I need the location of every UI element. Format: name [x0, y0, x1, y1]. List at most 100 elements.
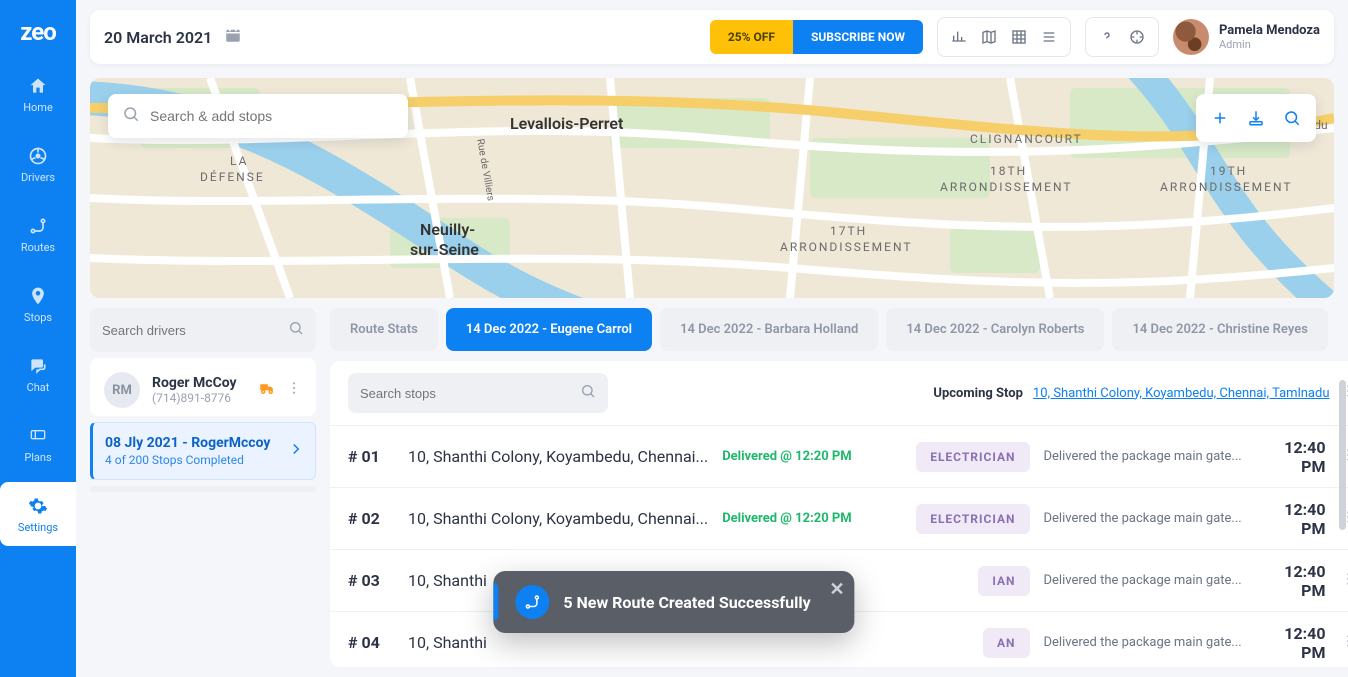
- sidebar-item-drivers[interactable]: Drivers: [0, 132, 76, 196]
- stop-time: 12:40 PM: [1258, 624, 1326, 662]
- route-tabs: Route Stats 14 Dec 2022 - Eugene Carrol …: [330, 308, 1348, 361]
- more-icon[interactable]: [286, 380, 302, 400]
- sidebar-item-label: Chat: [27, 381, 50, 394]
- driver-card[interactable]: RM Roger McCoy (714)891-8776: [90, 358, 316, 416]
- driver-phone: (714)891-8776: [152, 391, 237, 405]
- stop-id: # 02: [348, 509, 394, 528]
- search-icon: [122, 105, 140, 127]
- driver-search[interactable]: [90, 308, 316, 352]
- stop-tag: AN: [983, 628, 1030, 658]
- stop-status: Delivered @ 12:20 PM: [722, 511, 892, 526]
- stop-time: 12:40 PM: [1258, 438, 1326, 476]
- sidebar-item-routes[interactable]: Routes: [0, 202, 76, 266]
- driver-column: RM Roger McCoy (714)891-8776 08 Jly 2021…: [90, 308, 316, 667]
- tab-route-christine[interactable]: 14 Dec 2022 - Christine Reyes: [1112, 308, 1327, 351]
- subscribe-button[interactable]: SUBSCRIBE NOW: [793, 20, 923, 54]
- sidebar: zeo Home Drivers Routes Stops Chat Pl: [0, 0, 76, 677]
- search-icon: [288, 320, 304, 340]
- stop-tag: IAN: [978, 566, 1029, 596]
- stop-id: # 01: [348, 447, 394, 466]
- chart-icon[interactable]: [944, 22, 974, 52]
- sidebar-item-label: Home: [23, 101, 53, 114]
- stop-time: 12:40 PM: [1258, 500, 1326, 538]
- stop-search[interactable]: [348, 373, 608, 413]
- sidebar-item-label: Drivers: [21, 171, 55, 184]
- help-tools: [1085, 17, 1159, 57]
- stop-id: # 03: [348, 571, 394, 590]
- route-title: 08 Jly 2021 - RogerMccoy: [105, 435, 303, 451]
- map-search-button[interactable]: [1274, 100, 1310, 136]
- ticket-icon: [27, 425, 49, 447]
- import-button[interactable]: [1238, 100, 1274, 136]
- stop-address: 10, Shanthi: [408, 633, 775, 652]
- user-role: Admin: [1219, 38, 1320, 51]
- stop-note: Delivered the package main gate...: [1044, 635, 1244, 650]
- stop-time: 12:40 PM: [1258, 562, 1326, 600]
- more-icon[interactable]: [1340, 571, 1348, 591]
- stop-row[interactable]: # 01 10, Shanthi Colony, Koyambedu, Chen…: [330, 425, 1348, 487]
- add-stop-button[interactable]: [1202, 100, 1238, 136]
- stop-status: Delivered @ 12:20 PM: [722, 449, 892, 464]
- stop-row[interactable]: # 02 10, Shanthi Colony, Koyambedu, Chen…: [330, 487, 1348, 549]
- tab-route-barbara[interactable]: 14 Dec 2022 - Barbara Holland: [660, 308, 878, 351]
- sidebar-item-home[interactable]: Home: [0, 62, 76, 126]
- stop-note: Delivered the package main gate...: [1044, 449, 1244, 464]
- stop-address: 10, Shanthi Colony, Koyambedu, Chennai..…: [408, 509, 708, 528]
- user-name: Pamela Mendoza: [1219, 23, 1320, 38]
- map-search-input[interactable]: [150, 108, 394, 124]
- pin-icon: [27, 285, 49, 307]
- stop-search-input[interactable]: [360, 386, 570, 401]
- chevron-right-icon: [287, 440, 305, 462]
- driver-route-card[interactable]: 08 Jly 2021 - RogerMccoy 4 of 200 Stops …: [90, 422, 316, 480]
- avatar-icon: [1173, 19, 1209, 55]
- close-icon[interactable]: ✕: [830, 579, 845, 600]
- route-icon: [27, 215, 49, 237]
- stop-note: Delivered the package main gate...: [1044, 511, 1244, 526]
- map-icon[interactable]: [974, 22, 1004, 52]
- sidebar-item-label: Settings: [18, 521, 58, 534]
- tab-route-stats[interactable]: Route Stats: [330, 308, 438, 351]
- stop-tag: ELECTRICIAN: [916, 442, 1029, 472]
- driver-initials: RM: [104, 372, 140, 408]
- logo-text: zeo: [20, 18, 56, 46]
- map[interactable]: Levallois-Perret LA DÉFENSE Neuilly- sur…: [90, 78, 1334, 298]
- stop-id: # 04: [348, 633, 394, 652]
- logo: zeo: [0, 8, 76, 56]
- steering-icon: [27, 145, 49, 167]
- map-actions: [1196, 94, 1316, 142]
- grid-icon[interactable]: [1004, 22, 1034, 52]
- sidebar-item-stops[interactable]: Stops: [0, 272, 76, 336]
- search-icon: [580, 383, 596, 403]
- chat-icon: [27, 355, 49, 377]
- scrollbar[interactable]: [1339, 380, 1346, 530]
- route-icon: [515, 585, 549, 619]
- home-icon: [27, 75, 49, 97]
- list-icon[interactable]: [1034, 22, 1064, 52]
- map-search[interactable]: [108, 94, 408, 138]
- driver-search-input[interactable]: [102, 323, 278, 338]
- sidebar-item-settings[interactable]: Settings: [0, 482, 76, 546]
- divider: [90, 486, 316, 492]
- upcoming-link[interactable]: 10, Shanthi Colony, Koyambedu, Chennai, …: [1033, 386, 1330, 401]
- truck-icon: [258, 379, 276, 401]
- gear-icon: [27, 495, 49, 517]
- view-tools: [937, 17, 1071, 57]
- toast-message: 5 New Route Created Successfully: [563, 593, 810, 612]
- date-picker[interactable]: 20 March 2021: [104, 26, 242, 48]
- user-menu[interactable]: Pamela Mendoza Admin: [1173, 19, 1320, 55]
- tab-route-eugene[interactable]: 14 Dec 2022 - Eugene Carrol: [446, 308, 652, 351]
- toast: 5 New Route Created Successfully ✕: [493, 571, 854, 633]
- selected-date: 20 March 2021: [104, 28, 212, 47]
- stop-note: Delivered the package main gate...: [1044, 573, 1244, 588]
- upcoming-label: Upcoming Stop: [933, 386, 1023, 401]
- tab-route-carolyn[interactable]: 14 Dec 2022 - Carolyn Roberts: [886, 308, 1104, 351]
- more-icon[interactable]: [1340, 633, 1348, 653]
- help-icon[interactable]: [1092, 22, 1122, 52]
- sidebar-item-chat[interactable]: Chat: [0, 342, 76, 406]
- stop-address: 10, Shanthi Colony, Koyambedu, Chennai..…: [408, 447, 708, 466]
- sidebar-item-plans[interactable]: Plans: [0, 412, 76, 476]
- route-subtitle: 4 of 200 Stops Completed: [105, 453, 303, 467]
- support-icon[interactable]: [1122, 22, 1152, 52]
- sidebar-item-label: Routes: [21, 241, 55, 254]
- driver-name: Roger McCoy: [152, 375, 237, 391]
